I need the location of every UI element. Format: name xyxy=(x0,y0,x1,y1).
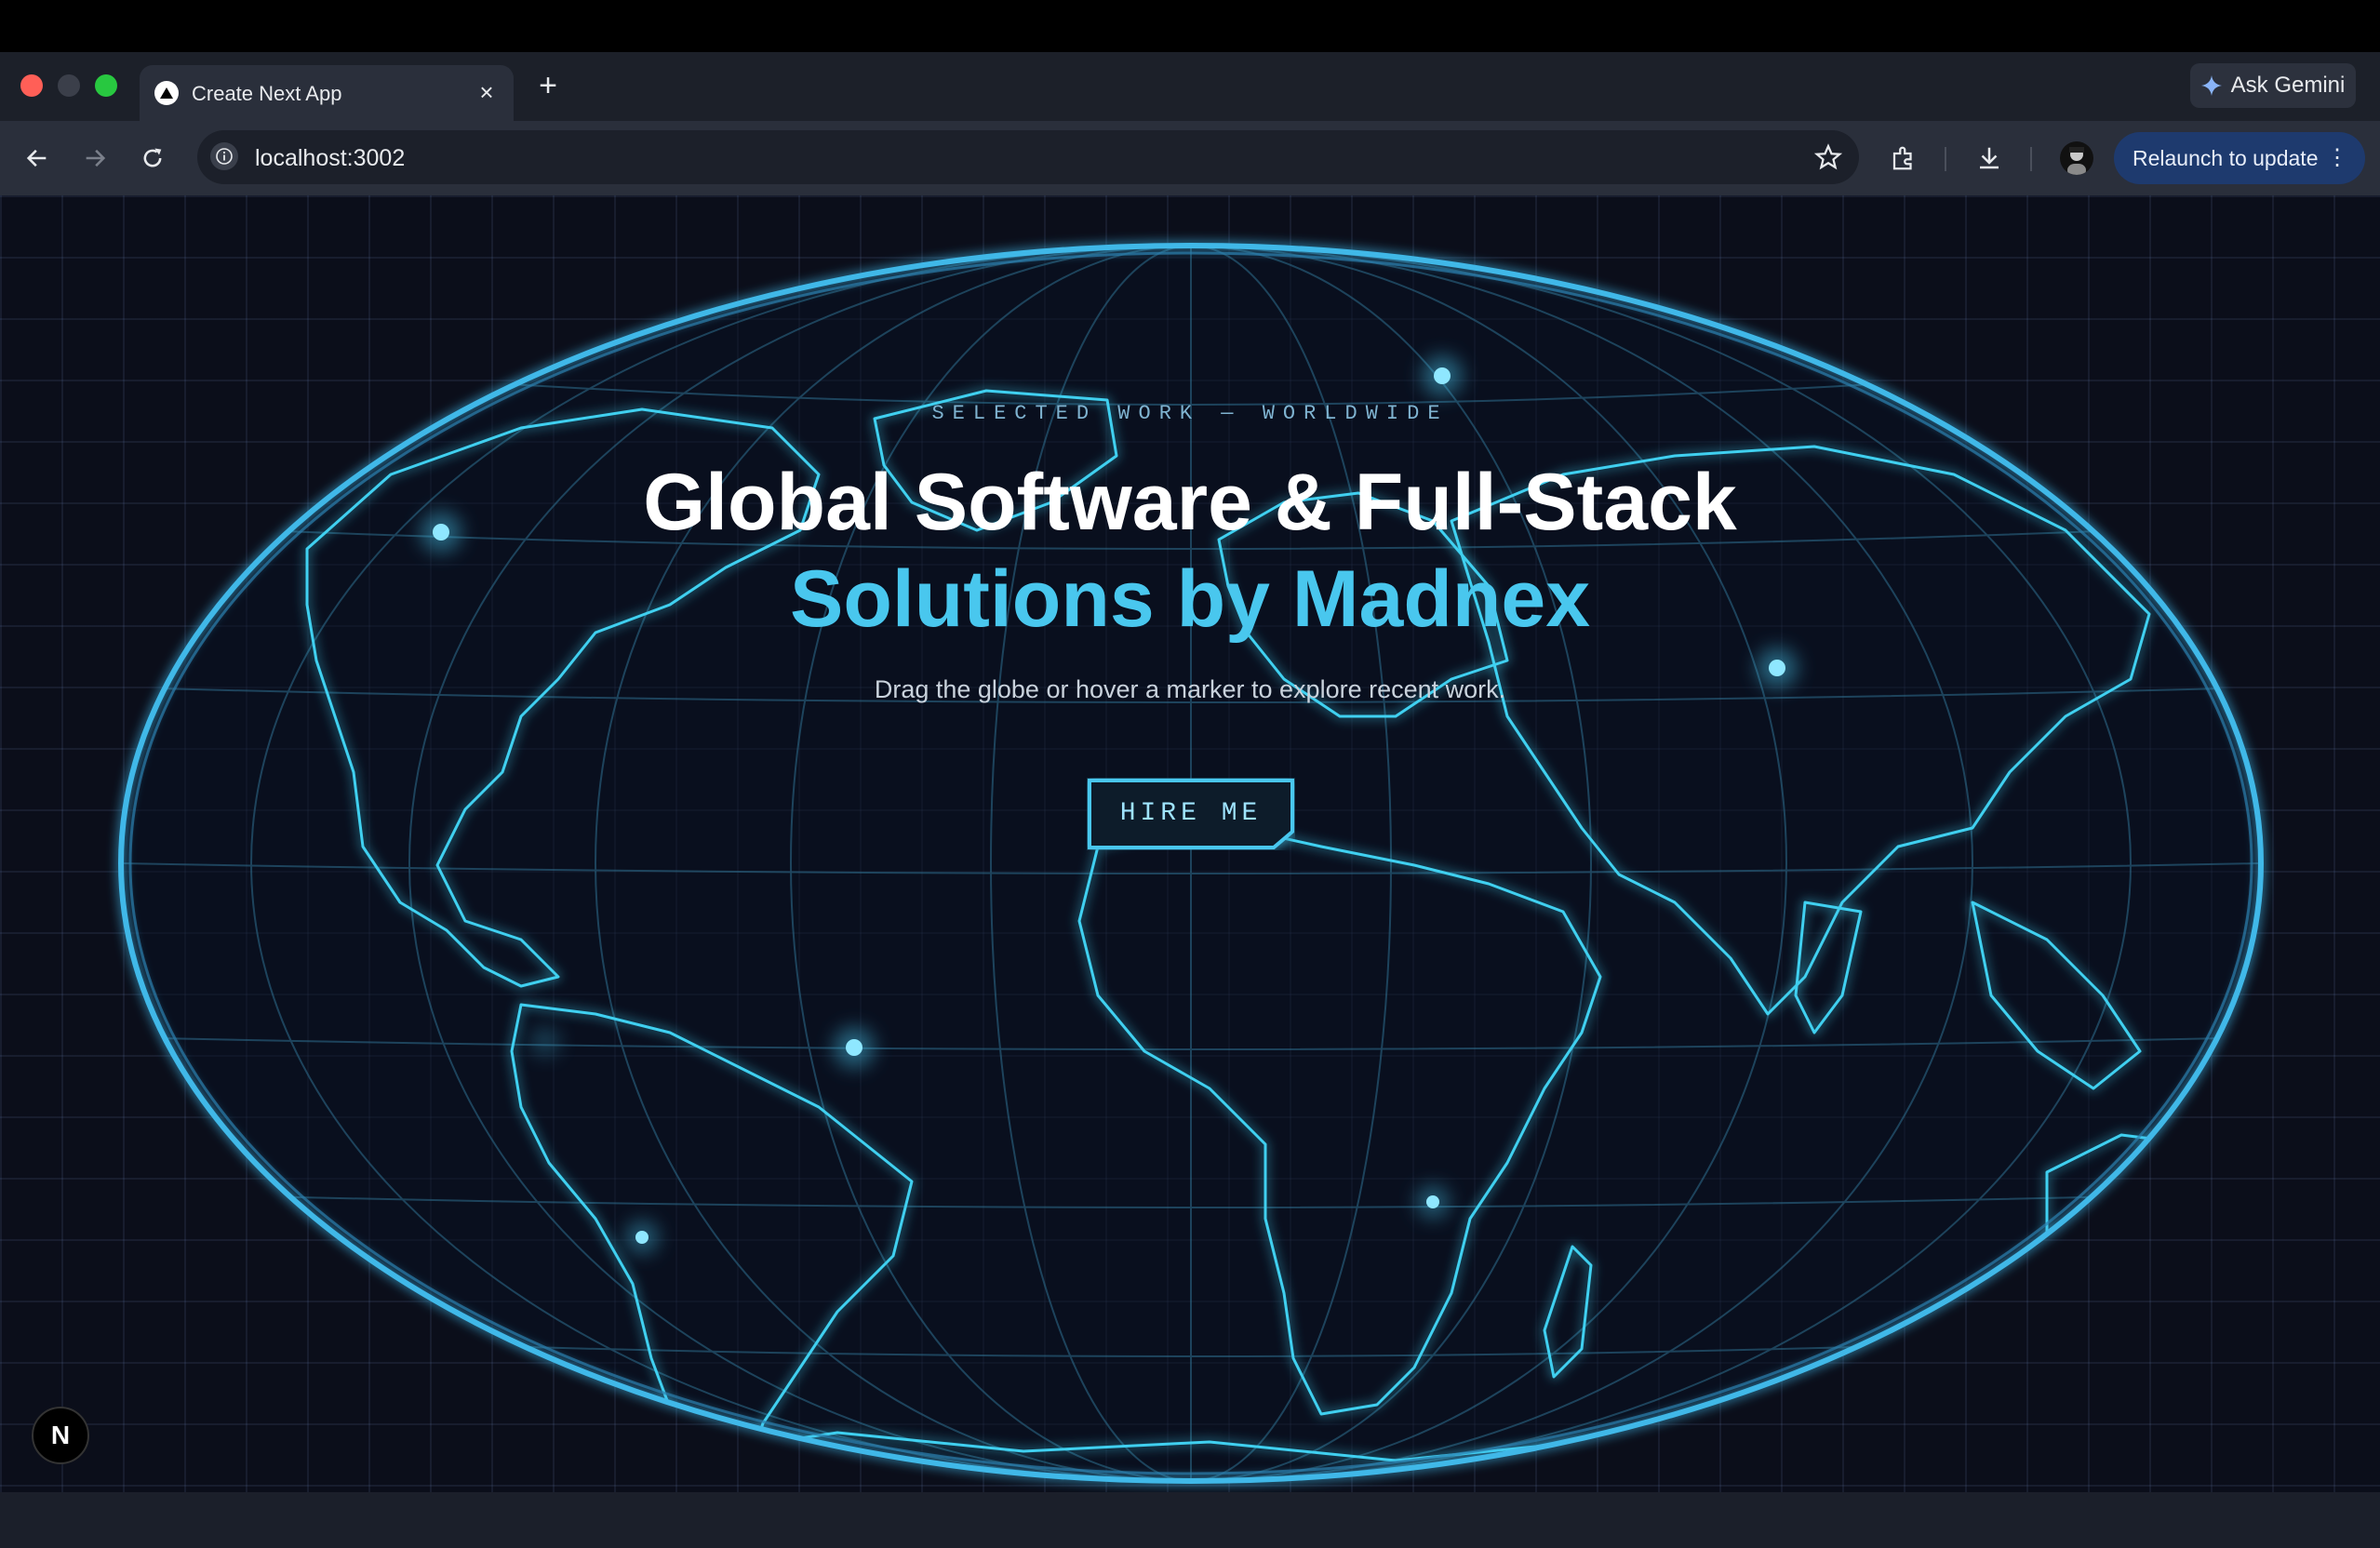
marker-brazil[interactable] xyxy=(834,1027,875,1068)
tab-strip: Create Next App × + Ask Gemini xyxy=(0,52,2380,121)
marker-peru[interactable] xyxy=(530,1027,560,1057)
tab-close-icon[interactable]: × xyxy=(473,78,501,106)
macos-top-bar xyxy=(0,0,2380,52)
new-tab-button[interactable]: + xyxy=(532,70,564,102)
ask-gemini-button[interactable]: Ask Gemini xyxy=(2190,63,2356,108)
toolbar-divider xyxy=(2030,147,2032,171)
marker-chile[interactable] xyxy=(625,1221,659,1254)
gemini-sparkle-icon xyxy=(2200,75,2222,96)
reload-icon[interactable] xyxy=(134,140,171,177)
bookmark-star-icon[interactable] xyxy=(1814,143,1842,171)
ask-gemini-label: Ask Gemini xyxy=(2230,73,2346,98)
tab-title: Create Next App xyxy=(192,82,342,105)
hire-me-button[interactable]: HIRE ME xyxy=(1087,778,1295,850)
download-icon[interactable] xyxy=(1971,140,2008,177)
back-icon[interactable] xyxy=(19,140,56,177)
section-eyebrow: SELECTED WORK — WORLDWIDE xyxy=(931,402,1449,425)
browser-chrome: Create Next App × + Ask Gemini localhost… xyxy=(0,52,2380,195)
close-window-button[interactable] xyxy=(20,74,43,97)
toolbar-divider xyxy=(1945,147,1946,171)
relaunch-to-update-button[interactable]: Relaunch to update ⋮ xyxy=(2114,132,2365,184)
hero-headline: Global Software & Full-Stack xyxy=(643,458,1737,547)
hero-headline-accent: Solutions by Madnex xyxy=(789,554,1591,644)
nextjs-favicon-icon xyxy=(154,81,179,105)
url-text: localhost:3002 xyxy=(255,145,406,171)
forward-icon[interactable] xyxy=(76,140,114,177)
page-viewport: SELECTED WORK — WORLDWIDE Global Softwar… xyxy=(0,195,2380,1492)
more-menu-icon[interactable]: ⋮ xyxy=(2326,145,2348,171)
address-bar[interactable]: localhost:3002 xyxy=(197,130,1859,184)
marker-south-africa[interactable] xyxy=(1416,1185,1450,1219)
tab-create-next-app[interactable]: Create Next App × xyxy=(140,65,514,121)
extensions-icon[interactable] xyxy=(1885,140,1922,177)
marker-russia[interactable] xyxy=(1422,355,1463,396)
profile-avatar[interactable] xyxy=(2060,141,2093,175)
bottom-bar xyxy=(0,1492,2380,1548)
minimize-window-button[interactable] xyxy=(58,74,80,97)
relaunch-label: Relaunch to update xyxy=(2133,145,2319,170)
hire-me-label: HIRE ME xyxy=(1119,799,1263,828)
hero-subtitle: Drag the globe or hover a marker to expl… xyxy=(874,675,1506,703)
nextjs-dev-badge[interactable]: N xyxy=(32,1407,89,1464)
site-info-icon[interactable] xyxy=(210,142,238,170)
browser-toolbar: localhost:3002 Relaunch to update ⋮ xyxy=(0,121,2380,195)
maximize-window-button[interactable] xyxy=(95,74,117,97)
